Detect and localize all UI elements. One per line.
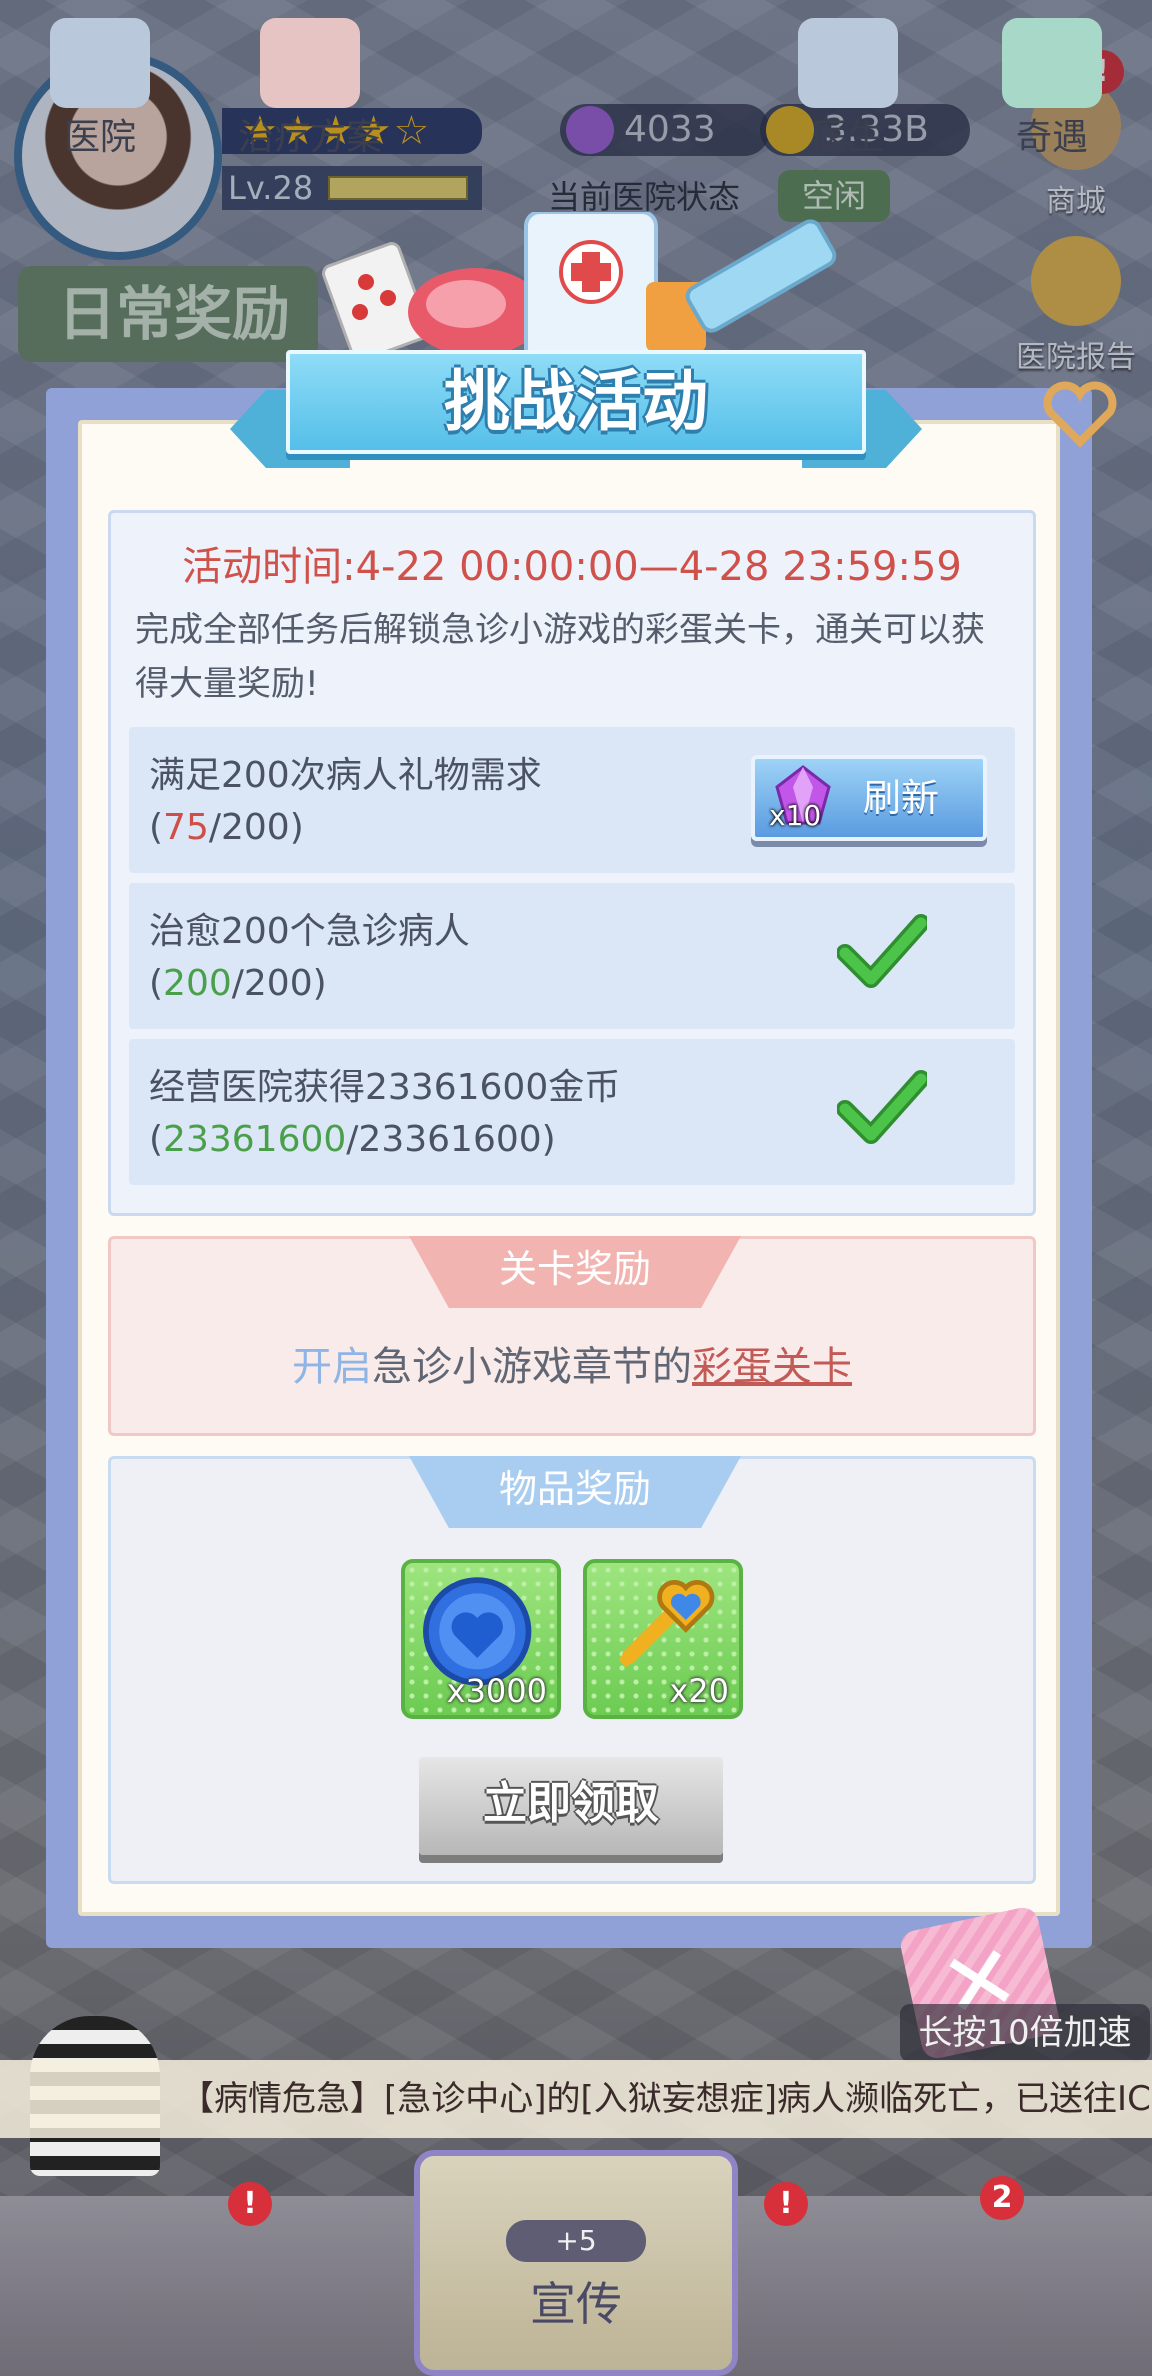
promotion-bonus: +5 (506, 2220, 646, 2262)
task-progress-target: 200 (243, 963, 313, 1004)
reward-item-heart-coin[interactable]: x3000 (401, 1559, 561, 1719)
nav-encounter[interactable]: 奇遇 (952, 0, 1152, 180)
nav-promotion[interactable]: +5 宣传 (414, 2150, 738, 2376)
task-row: 治愈200个急诊病人 (200/200) (129, 883, 1015, 1029)
event-time: 活动时间:4-22 00:00:00—4-28 23:59:59 (182, 544, 962, 590)
nav-label: 治疗方案 (237, 117, 382, 158)
task-progress-current: 200 (163, 963, 232, 1004)
refresh-button[interactable]: x10 刷新 (751, 755, 987, 841)
nav-label: 医院 (63, 117, 136, 158)
nav-label: 医生 (811, 117, 884, 158)
task-name: 治愈200个急诊病人 (149, 911, 470, 952)
first-aid-kit-icon (260, 18, 360, 108)
stage-reward-panel: 关卡奖励 开启急诊小游戏章节的彩蛋关卡 (108, 1236, 1036, 1436)
speed-up-hint[interactable]: 长按10倍加速 (900, 2004, 1150, 2062)
event-description: 完成全部任务后解锁急诊小游戏的彩蛋关卡，通关可以获得大量奖励! (135, 610, 985, 704)
nav-treatment-plan[interactable]: 治疗方案 (210, 0, 410, 180)
nav-label: 奇遇 (1015, 117, 1088, 158)
nav-hospital[interactable]: 医院 (0, 0, 200, 180)
reward-quantity: x3000 (446, 1672, 547, 1710)
task-progress: (75/200) (149, 807, 304, 848)
doctor-alert-badge: ! (764, 2182, 808, 2226)
task-progress-current: 23361600 (163, 1119, 347, 1160)
refresh-label: 刷新 (863, 776, 940, 820)
item-reward-panel: 物品奖励 x3000 x20 立即领取 (108, 1456, 1036, 1884)
task-name: 经营医院获得23361600金币 (149, 1067, 621, 1108)
heart-decoration-icon (1043, 381, 1117, 448)
easter-egg-stage-link[interactable]: 彩蛋关卡 (692, 1344, 852, 1390)
task-progress: (23361600/23361600) (149, 1119, 556, 1160)
dialog-title: 挑战活动 (444, 363, 708, 440)
checkmark-icon (837, 914, 927, 988)
title-ribbon: 挑战活动 (230, 350, 922, 468)
nav-label: 宣传 (530, 2277, 622, 2331)
nav-doctor[interactable]: 医生 (748, 0, 948, 180)
item-reward-header: 物品奖励 (409, 1456, 741, 1528)
task-progress-current: 75 (163, 807, 209, 848)
stage-reward-header: 关卡奖励 (409, 1236, 741, 1308)
treatment-alert-badge: ! (228, 2182, 272, 2226)
doctor-icon (798, 18, 898, 108)
task-row: 满足200次病人礼物需求 (75/200) x10 刷新 (129, 727, 1015, 873)
task-row: 经营医院获得23361600金币 (23361600/23361600) (129, 1039, 1015, 1185)
reward-item-heart-key[interactable]: x20 (583, 1559, 743, 1719)
stage-reward-middle: 急诊小游戏章节的 (372, 1344, 692, 1390)
checkmark-icon (837, 1070, 927, 1144)
task-progress-target: 200 (221, 807, 290, 848)
news-ticker: 【病情危急】[急诊中心]的[入狱妄想症]病人濒临死亡，已送往ICU治疗 (0, 2060, 1152, 2138)
medical-supplies-icon (322, 212, 837, 362)
task-name: 满足200次病人礼物需求 (149, 755, 542, 796)
stage-reward-prefix: 开启 (292, 1344, 372, 1390)
stage-reward-text: 开启急诊小游戏章节的彩蛋关卡 (111, 1339, 1033, 1395)
reward-quantity: x20 (669, 1672, 729, 1710)
task-panel: 活动时间:4-22 00:00:00—4-28 23:59:59 完成全部任务后… (108, 510, 1036, 1216)
hospital-icon (50, 18, 150, 108)
encounter-icon (1002, 18, 1102, 108)
claim-now-button[interactable]: 立即领取 (419, 1757, 723, 1855)
task-progress-target: 23361600 (358, 1119, 542, 1160)
task-progress: (200/200) (149, 963, 327, 1004)
encounter-count-badge: 2 (980, 2176, 1024, 2220)
refresh-cost: x10 (769, 799, 822, 832)
